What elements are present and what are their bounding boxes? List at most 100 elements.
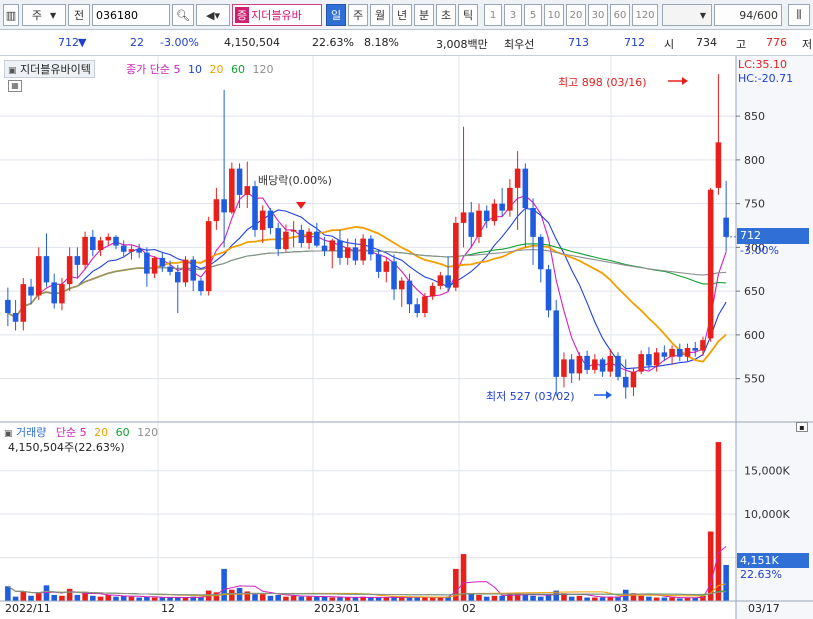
- stock-code-field[interactable]: [92, 4, 170, 26]
- volume-bar: [144, 596, 150, 601]
- dividend-note: 배당락(0.00%): [258, 174, 332, 187]
- period-year-tab[interactable]: 년: [392, 4, 412, 26]
- candle-body: [229, 168, 235, 213]
- market-type-select[interactable]: 주 ▼: [22, 4, 66, 26]
- ma-10-legend: 10: [187, 63, 202, 76]
- volume-bar: [545, 594, 552, 601]
- volume-bar: [406, 597, 413, 601]
- volume-bar: [653, 597, 660, 601]
- volume-bar: [584, 597, 590, 601]
- lc-label: LC:35.10: [738, 58, 788, 71]
- quote-bar: 712 ▼ 22 -3.00% 4,150,504 22.63% 8.18% 3…: [0, 30, 813, 56]
- candle-body: [352, 247, 359, 261]
- stock-code-input[interactable]: [96, 8, 169, 22]
- candle-settings-icon[interactable]: ⫼: [788, 4, 810, 26]
- price-panel-legend[interactable]: ▣ 지더블유바이텍: [4, 60, 95, 78]
- candle-body: [707, 189, 714, 339]
- volume-bar: [12, 596, 19, 601]
- interval-3-button[interactable]: 3: [504, 4, 522, 26]
- interval-30-button[interactable]: 30: [588, 4, 608, 26]
- volume-bar: [522, 594, 529, 601]
- candle-body: [97, 240, 104, 250]
- volume-bar: [159, 597, 166, 601]
- candle-body: [576, 355, 583, 374]
- candle-body: [368, 238, 374, 255]
- volume-panel-legend: ▣ 거래량 단순 5 20 60 120: [4, 424, 158, 440]
- candle-body: [144, 252, 150, 274]
- candle-body: [568, 359, 575, 374]
- close-panel-icon[interactable]: ▪: [796, 422, 808, 432]
- prefix-button[interactable]: 전: [68, 4, 90, 26]
- chevron-down-icon: ▼: [49, 10, 57, 20]
- volume-bar: [314, 596, 320, 601]
- volume-bar: [576, 595, 583, 601]
- volume-bar: [28, 595, 34, 601]
- ma-60-legend: 60: [230, 63, 245, 76]
- volume-bar: [715, 442, 722, 601]
- candle-body: [244, 186, 251, 195]
- candle-body: [406, 280, 413, 305]
- candle-body: [383, 261, 390, 272]
- interval-20-button[interactable]: 20: [566, 4, 586, 26]
- stock-market-tag: 증: [235, 7, 250, 23]
- grid-toggle-icon[interactable]: ▦: [8, 80, 22, 92]
- candle-body: [677, 348, 683, 357]
- stock-name-box[interactable]: 증 지더블유바: [232, 4, 322, 26]
- candle-body: [661, 352, 668, 357]
- candle-body: [321, 245, 328, 251]
- stock-name: 지더블유바: [251, 9, 302, 22]
- period-second-tab[interactable]: 초: [436, 4, 456, 26]
- candle-body: [622, 376, 629, 388]
- volume-bar: [283, 596, 289, 601]
- candle-body: [298, 229, 305, 243]
- candle-body: [344, 247, 351, 258]
- trade-amount: 3,008백만: [436, 38, 488, 51]
- volume-bar: [120, 595, 127, 601]
- volume-tick-label: 10,000K: [744, 508, 790, 521]
- interval-custom-select[interactable]: ▼: [662, 4, 712, 26]
- interval-5-button[interactable]: 5: [524, 4, 542, 26]
- candle-body: [213, 199, 220, 222]
- volume-bar: [229, 589, 235, 601]
- y-tick-label: 600: [744, 329, 765, 342]
- y-tick-label: 550: [744, 373, 765, 386]
- candle-body: [391, 261, 397, 290]
- period-day-tab[interactable]: 일: [326, 4, 346, 26]
- period-week-tab[interactable]: 주: [348, 4, 368, 26]
- candle-body: [90, 236, 96, 250]
- interval-120-button[interactable]: 120: [632, 4, 658, 26]
- candle-body: [151, 257, 158, 274]
- candle-body: [375, 254, 382, 272]
- interval-10-button[interactable]: 10: [544, 4, 564, 26]
- volume-bar: [344, 597, 351, 601]
- window-menu-icon[interactable]: ▥: [3, 4, 19, 26]
- interval-60-button[interactable]: 60: [610, 4, 630, 26]
- volume-bar: [244, 591, 251, 601]
- sound-icon[interactable]: ◀▾: [196, 4, 230, 26]
- candle-body: [28, 286, 34, 296]
- candle-body: [483, 210, 490, 222]
- collapse-icon[interactable]: ▣: [4, 429, 13, 439]
- period-month-tab[interactable]: 월: [370, 4, 390, 26]
- candle-body: [723, 217, 729, 237]
- candle-body: [553, 310, 560, 377]
- period-minute-tab[interactable]: 분: [414, 4, 434, 26]
- volume-bar: [275, 594, 281, 601]
- candle-body: [422, 296, 428, 313]
- volume-bar: [422, 597, 428, 601]
- interval-1-button[interactable]: 1: [484, 4, 502, 26]
- candle-body: [190, 259, 197, 281]
- search-icon[interactable]: 🔍︎: [172, 4, 194, 26]
- candle-body: [398, 280, 405, 290]
- collapse-icon[interactable]: ▣: [8, 66, 17, 76]
- y-tick-label: 750: [744, 198, 765, 211]
- ma-legend: 종가 단순 5 10 20 60 120: [126, 61, 273, 77]
- volume-bar: [267, 595, 274, 601]
- period-tick-tab[interactable]: 틱: [458, 4, 478, 26]
- candle-body: [530, 208, 536, 237]
- display-count-field[interactable]: 94/600: [714, 4, 782, 26]
- market-type-label: 주: [31, 9, 42, 22]
- stock-chart[interactable]: 5506006507007508008505,000K10,000K15,000…: [0, 56, 813, 619]
- current-price-tag: 712: [737, 228, 809, 244]
- candle-body: [59, 284, 65, 304]
